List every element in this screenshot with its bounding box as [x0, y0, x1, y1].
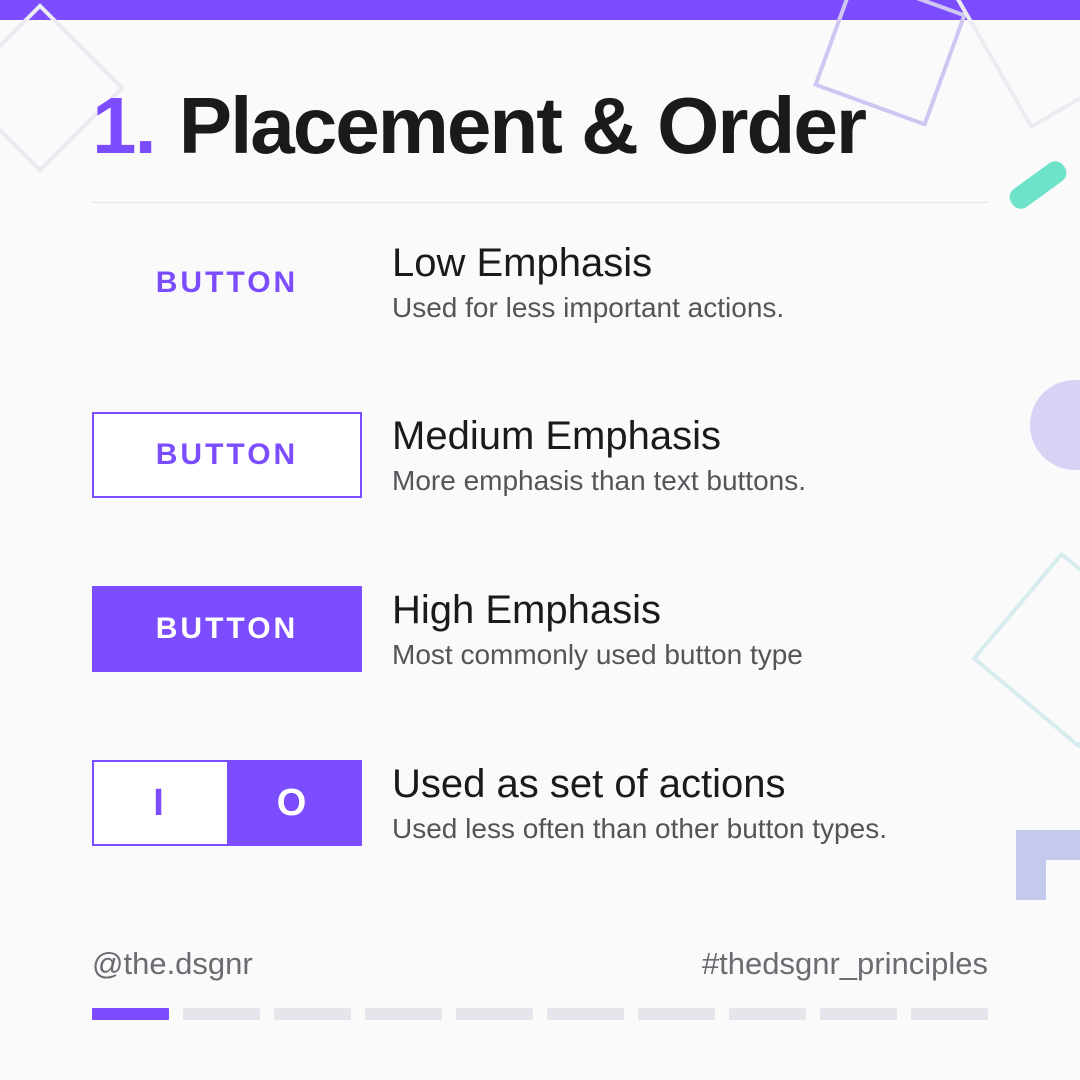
pager-segment[interactable]: [820, 1008, 897, 1020]
pager-segment[interactable]: [729, 1008, 806, 1020]
toggle-button-example[interactable]: I O: [92, 760, 362, 846]
pager-segment[interactable]: [911, 1008, 988, 1020]
example-row-toggle: I O Used as set of actions Used less oft…: [92, 760, 988, 846]
row-subtitle: Used for less important actions.: [392, 292, 988, 324]
example-row-low-emphasis: BUTTON Low Emphasis Used for less import…: [92, 241, 988, 324]
pager-segment[interactable]: [92, 1008, 169, 1020]
row-title: High Emphasis: [392, 588, 988, 633]
row-title: Used as set of actions: [392, 762, 988, 807]
row-subtitle: More emphasis than text buttons.: [392, 465, 988, 497]
carousel-pager: [92, 1008, 988, 1020]
row-title: Medium Emphasis: [392, 414, 988, 459]
pager-segment[interactable]: [638, 1008, 715, 1020]
outline-button-example[interactable]: BUTTON: [92, 412, 362, 498]
pager-segment[interactable]: [456, 1008, 533, 1020]
row-subtitle: Most commonly used button type: [392, 639, 988, 671]
row-title: Low Emphasis: [392, 241, 988, 286]
pager-segment[interactable]: [274, 1008, 351, 1020]
pager-segment[interactable]: [365, 1008, 442, 1020]
heading-number: 1.: [92, 80, 155, 172]
row-subtitle: Used less often than other button types.: [392, 813, 988, 845]
pager-segment[interactable]: [547, 1008, 624, 1020]
example-row-medium-emphasis: BUTTON Medium Emphasis More emphasis tha…: [92, 412, 988, 498]
toggle-option-on[interactable]: I: [94, 762, 227, 844]
text-button-example[interactable]: BUTTON: [156, 266, 298, 300]
top-accent-bar: [0, 0, 1080, 20]
toggle-option-off[interactable]: O: [227, 762, 360, 844]
pager-segment[interactable]: [183, 1008, 260, 1020]
footer-handle: @the.dsgnr: [92, 946, 253, 982]
heading-title: Placement & Order: [179, 80, 865, 172]
example-row-high-emphasis: BUTTON High Emphasis Most commonly used …: [92, 586, 988, 672]
filled-button-example[interactable]: BUTTON: [92, 586, 362, 672]
page-heading: 1. Placement & Order: [92, 80, 988, 203]
footer-hashtag: #thedsgnr_principles: [702, 946, 988, 982]
